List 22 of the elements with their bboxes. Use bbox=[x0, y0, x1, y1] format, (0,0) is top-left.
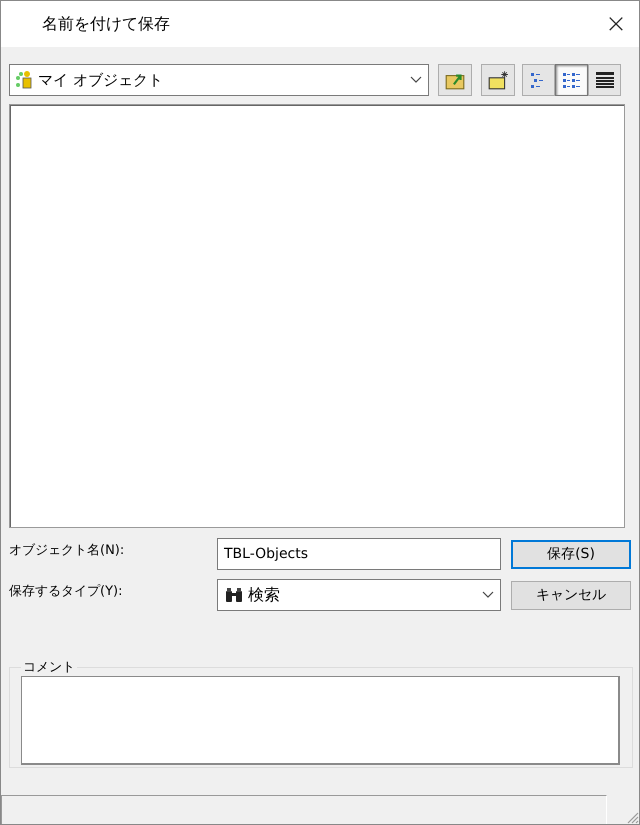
new-folder-button[interactable] bbox=[481, 64, 515, 96]
user-icon bbox=[14, 70, 34, 90]
list-view-button[interactable] bbox=[522, 64, 555, 96]
up-folder-button[interactable] bbox=[438, 64, 472, 96]
comment-field[interactable] bbox=[21, 676, 620, 765]
location-dropdown[interactable]: マイ オブジェクト bbox=[9, 64, 429, 96]
binoculars-icon bbox=[224, 585, 244, 605]
field-label: オブジェクト名(N): bbox=[9, 542, 126, 559]
table-view-button[interactable] bbox=[588, 64, 621, 96]
new-folder-icon bbox=[487, 69, 509, 91]
save-button[interactable]: 保存(S) bbox=[511, 540, 631, 568]
table-view-icon bbox=[594, 70, 614, 90]
chevron-icon bbox=[482, 591, 494, 599]
chevron-icon bbox=[410, 76, 422, 84]
group-label: コメント bbox=[22, 659, 76, 676]
name-field[interactable]: TBL-Objects bbox=[217, 538, 501, 570]
field-label: 保存するタイプ(Y): bbox=[9, 583, 124, 600]
details-view-button[interactable] bbox=[555, 64, 588, 96]
window-title: 名前を付けて保存 bbox=[42, 14, 170, 34]
type-dropdown[interactable]: 検索 bbox=[217, 579, 501, 611]
details-view-icon bbox=[562, 70, 582, 90]
cancel-button[interactable]: キャンセル bbox=[511, 580, 631, 610]
